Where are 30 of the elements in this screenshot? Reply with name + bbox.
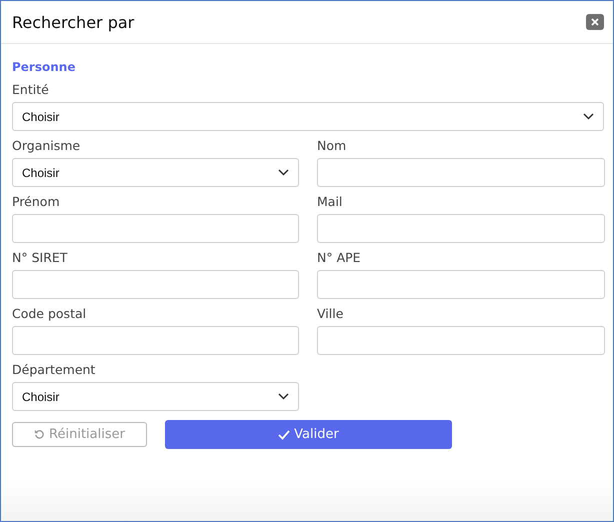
input-field[interactable] — [317, 326, 605, 355]
field-label: Département — [12, 362, 96, 377]
input-field[interactable] — [317, 214, 605, 243]
field-label: Nom — [317, 138, 346, 153]
close-button[interactable] — [586, 14, 604, 30]
select-field[interactable]: Choisir — [12, 158, 299, 187]
select-field[interactable]: Choisir — [12, 382, 299, 411]
field-label: Entité — [12, 82, 49, 97]
input-field[interactable] — [12, 326, 299, 355]
input-field[interactable] — [317, 158, 605, 187]
field-label: Ville — [317, 306, 344, 321]
select-field[interactable]: Choisir — [12, 102, 604, 131]
chevron-down-icon — [583, 113, 594, 120]
field-label: Prénom — [12, 194, 60, 209]
window-title: Rechercher par — [12, 12, 134, 32]
field-label: Organisme — [12, 138, 80, 153]
input-field[interactable] — [12, 214, 299, 243]
input-field[interactable] — [12, 270, 299, 299]
chevron-down-icon — [278, 169, 289, 176]
section-heading: Personne — [12, 60, 76, 74]
field-label: N° SIRET — [12, 250, 68, 265]
close-icon — [591, 18, 599, 26]
checkmark-icon — [278, 430, 290, 440]
field-label: Code postal — [12, 306, 86, 321]
field-label: N° APE — [317, 250, 361, 265]
undo-icon — [34, 429, 46, 440]
field-label: Mail — [317, 194, 342, 209]
chevron-down-icon — [278, 393, 289, 400]
submit-button[interactable]: Valider — [165, 420, 452, 449]
input-field[interactable] — [317, 270, 605, 299]
